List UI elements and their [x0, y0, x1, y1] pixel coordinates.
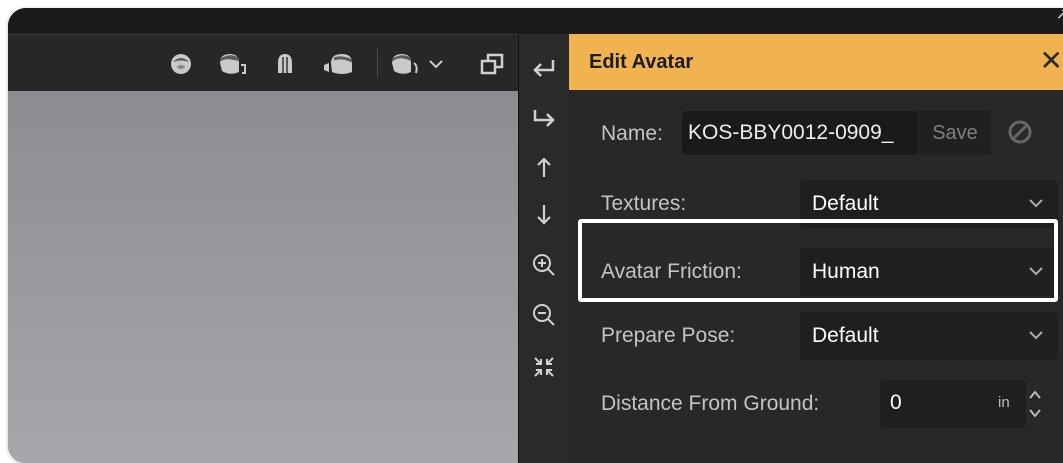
head-front-icon[interactable] [170, 53, 192, 75]
close-icon[interactable]: ✕ [1040, 44, 1063, 78]
pose-row: Prepare Pose: Default [569, 312, 1063, 360]
distance-row: Distance From Ground: 0 in [569, 380, 1063, 428]
panel-title: Edit Avatar [589, 50, 694, 73]
chevron-down-icon [1028, 264, 1044, 283]
textures-value: Default [812, 192, 879, 215]
chevron-down-icon [1028, 328, 1044, 347]
name-label: Name: [601, 122, 663, 145]
redo-icon[interactable] [529, 104, 559, 134]
distance-label: Distance From Ground: [601, 392, 820, 415]
distance-value: 0 [890, 391, 902, 414]
window-toggle-icon[interactable] [480, 53, 504, 75]
arrow-up-icon[interactable] [529, 152, 559, 182]
edit-avatar-panel: Edit Avatar ✕ Name: KOS-BBY0012-0909_ Sa… [569, 34, 1063, 463]
chevron-down-icon [1028, 196, 1044, 215]
app-window: ↗ Edit Avatar ✕ Name: KOS-BBY0012-0909_ … [8, 8, 1063, 463]
friction-label: Avatar Friction: [601, 260, 742, 283]
title-bar: ↗ [8, 8, 1063, 34]
expand-icon[interactable]: ↗ [1056, 8, 1063, 23]
pose-value: Default [812, 324, 879, 347]
head-side-right-icon[interactable] [322, 53, 354, 75]
undo-icon[interactable] [529, 54, 559, 84]
ban-icon[interactable] [1006, 118, 1034, 151]
distance-input[interactable]: 0 in [880, 380, 1026, 428]
friction-value: Human [812, 260, 880, 283]
save-button[interactable]: Save [919, 111, 991, 155]
3d-viewport[interactable] [8, 91, 518, 463]
pose-select[interactable]: Default [800, 312, 1058, 360]
view-toolbar [8, 34, 518, 92]
friction-row: Avatar Friction: Human [569, 248, 1063, 296]
panel-header: Edit Avatar ✕ [569, 34, 1063, 90]
textures-select[interactable]: Default [800, 180, 1058, 228]
pose-label: Prepare Pose: [601, 324, 736, 347]
arrow-down-icon[interactable] [529, 200, 559, 230]
zoom-in-icon[interactable] [529, 250, 559, 280]
textures-row: Textures: Default [569, 180, 1063, 228]
name-row: Name: KOS-BBY0012-0909_ Save [569, 110, 1063, 158]
head-dropdown-icon[interactable] [390, 53, 448, 75]
toolbar-divider [377, 49, 378, 77]
distance-unit: in [998, 394, 1010, 411]
name-input[interactable]: KOS-BBY0012-0909_ [682, 111, 918, 155]
head-side-icon[interactable] [218, 53, 248, 75]
distance-stepper-icon[interactable] [1026, 380, 1044, 428]
view-controls-strip [518, 34, 569, 463]
fit-view-icon[interactable] [529, 352, 559, 382]
zoom-out-icon[interactable] [529, 300, 559, 330]
friction-select[interactable]: Human [800, 248, 1058, 296]
head-back-icon[interactable] [274, 53, 296, 75]
textures-label: Textures: [601, 192, 687, 215]
